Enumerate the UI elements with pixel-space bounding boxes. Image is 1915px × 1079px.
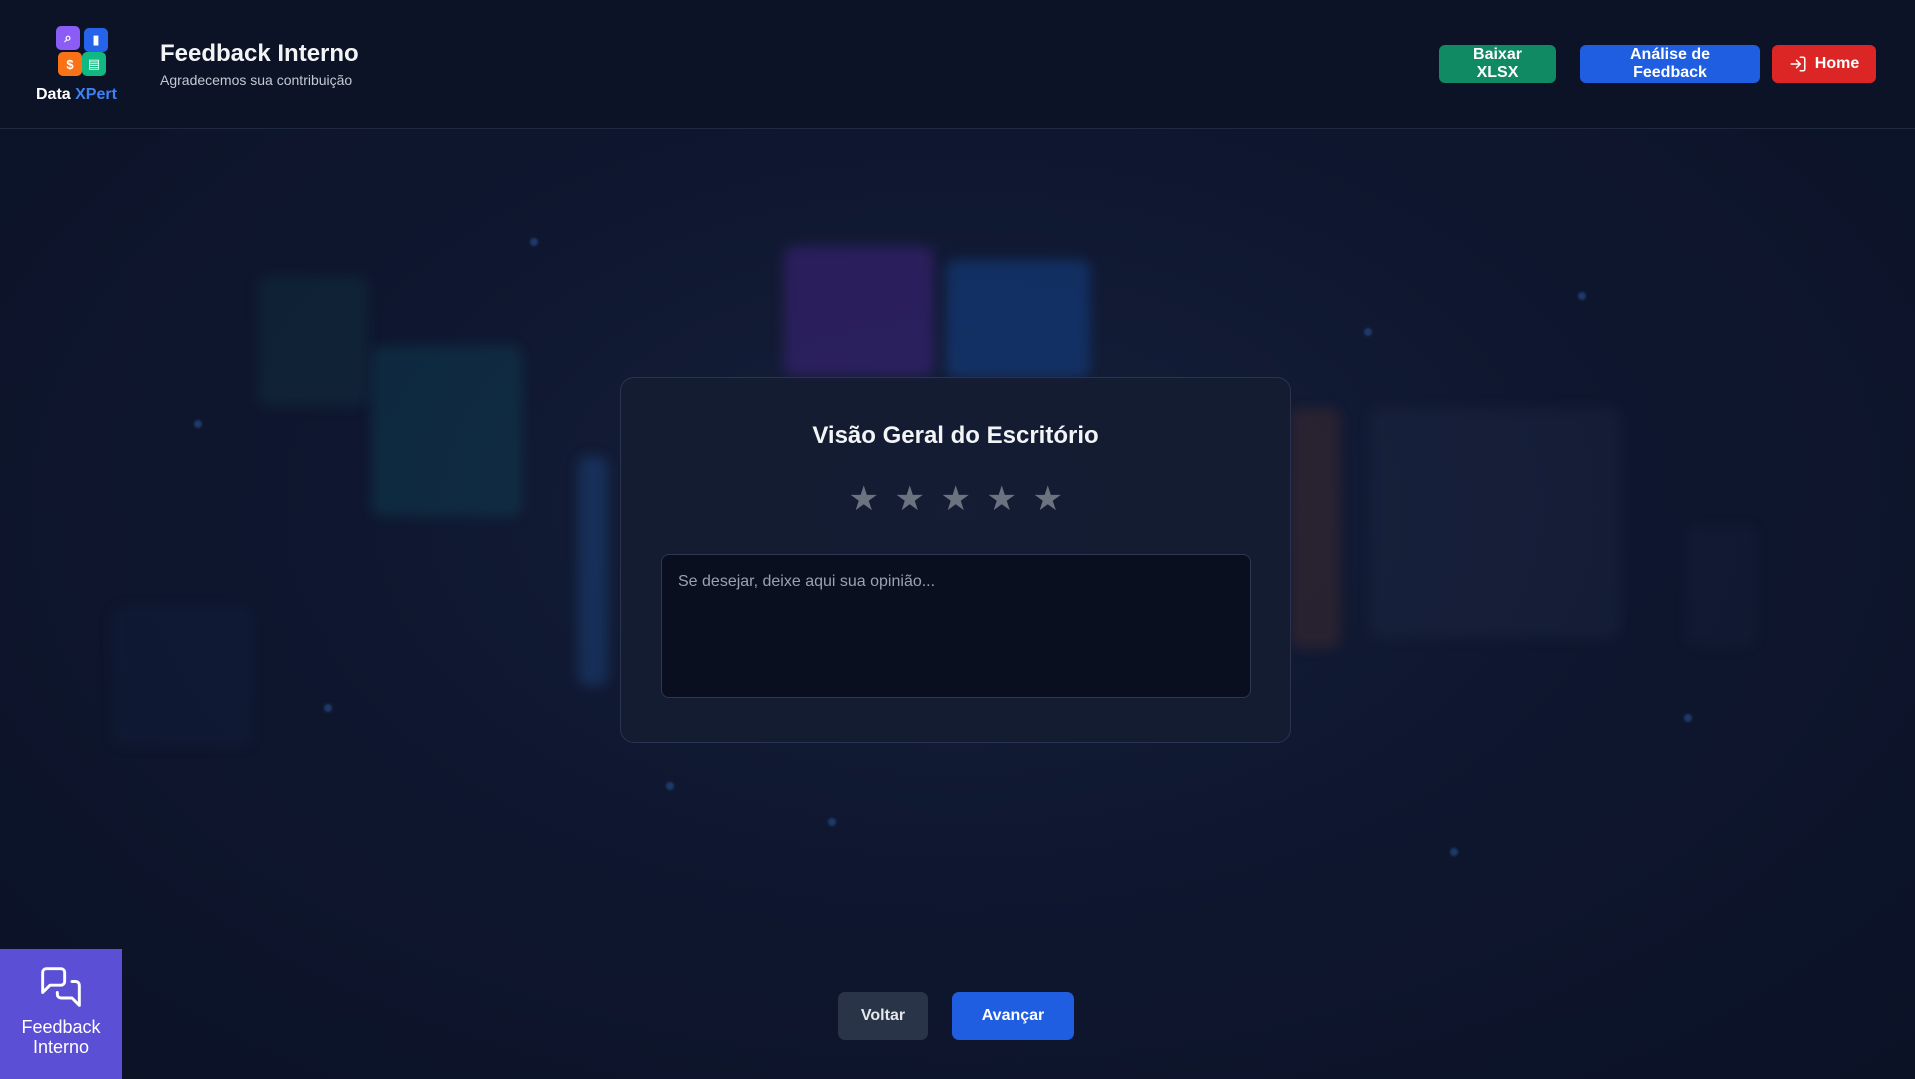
download-xlsx-button[interactable]: Baixar XLSX bbox=[1439, 45, 1556, 83]
star-1-icon[interactable]: ★ bbox=[849, 482, 879, 516]
comment-textarea[interactable] bbox=[661, 554, 1251, 698]
feedback-side-tab[interactable]: Feedback Interno bbox=[0, 949, 122, 1079]
header-title-block: Feedback Interno Agradecemos sua contrib… bbox=[160, 40, 359, 88]
page-subtitle: Agradecemos sua contribuição bbox=[160, 72, 353, 88]
star-5-icon[interactable]: ★ bbox=[1033, 482, 1063, 516]
chat-bubbles-icon bbox=[41, 967, 81, 1007]
app-header: ⌕ ▮ $ ▤ Data XPert Feedback Interno Agra… bbox=[0, 0, 1915, 129]
star-rating: ★ ★ ★ ★ ★ bbox=[621, 482, 1290, 516]
back-button[interactable]: Voltar bbox=[838, 992, 928, 1040]
star-2-icon[interactable]: ★ bbox=[895, 482, 925, 516]
home-button[interactable]: Home bbox=[1772, 45, 1876, 83]
feedback-card: Visão Geral do Escritório ★ ★ ★ ★ ★ bbox=[620, 377, 1291, 743]
data-xpert-logo[interactable]: ⌕ ▮ $ ▤ Data XPert bbox=[36, 24, 140, 108]
side-tab-label: Feedback Interno bbox=[21, 1017, 101, 1057]
home-button-label: Home bbox=[1814, 55, 1860, 72]
feedback-analysis-button[interactable]: Análise de Feedback bbox=[1580, 45, 1760, 83]
brand-name: Data XPert bbox=[36, 86, 117, 103]
star-4-icon[interactable]: ★ bbox=[987, 482, 1017, 516]
search-chart-icon: ⌕ bbox=[56, 26, 80, 50]
star-3-icon[interactable]: ★ bbox=[941, 482, 971, 516]
page-title: Feedback Interno bbox=[160, 40, 359, 67]
question-title: Visão Geral do Escritório bbox=[812, 422, 1099, 449]
dollar-icon: $ bbox=[58, 52, 82, 76]
bar-chart-icon: ▮ bbox=[84, 28, 108, 52]
document-icon: ▤ bbox=[82, 52, 106, 76]
login-icon bbox=[1790, 56, 1806, 72]
next-button[interactable]: Avançar bbox=[952, 992, 1074, 1040]
